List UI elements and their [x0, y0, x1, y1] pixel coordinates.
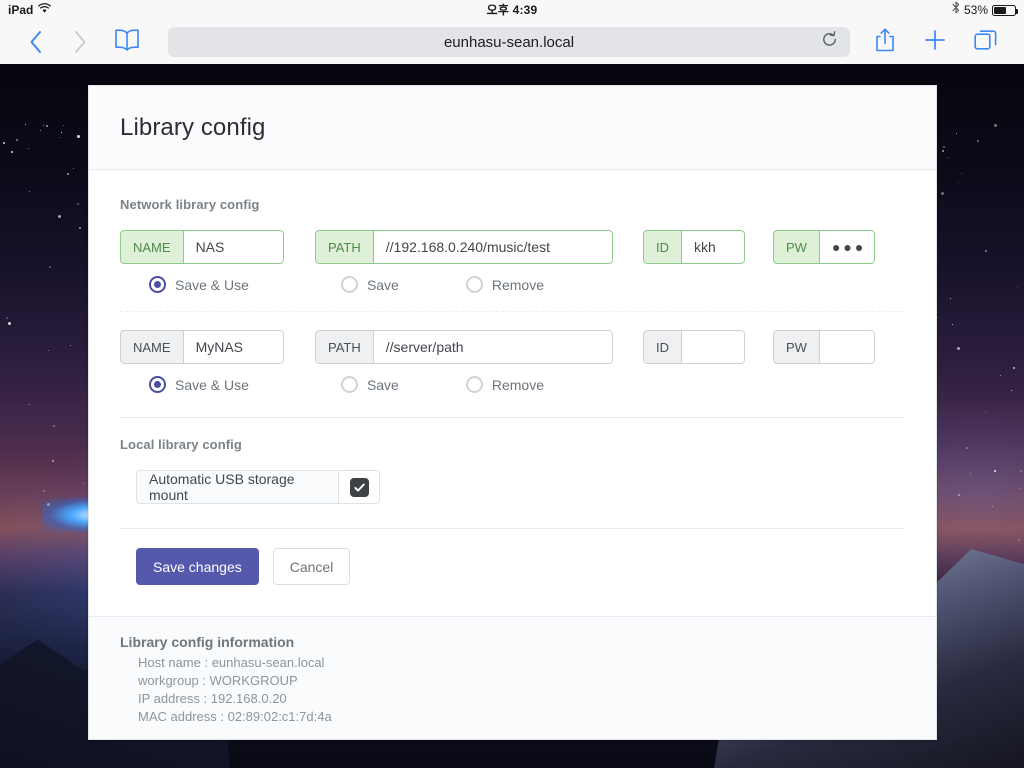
option-remove[interactable]: Remove — [466, 376, 544, 393]
address-bar[interactable]: eunhasu-sean.local — [168, 27, 850, 57]
reload-icon[interactable] — [821, 31, 838, 53]
card-header: Library config — [89, 86, 936, 170]
path-input-group[interactable]: PATH //192.168.0.240/music/test — [315, 230, 613, 264]
id-addon-label: ID — [643, 230, 681, 264]
ios-status-bar: iPad 오후 4:39 53% — [0, 0, 1024, 20]
card-body: Network library config NAME NAS PATH //1… — [89, 170, 936, 585]
network-library-row: NAME MyNAS PATH //server/path ID PW — [120, 330, 905, 393]
name-input[interactable]: NAS — [183, 230, 284, 264]
show-tabs-button[interactable] — [960, 22, 1010, 62]
name-input-group[interactable]: NAME MyNAS — [120, 330, 284, 364]
bookmarks-button[interactable] — [102, 22, 152, 62]
usb-mount-label: Automatic USB storage mount — [136, 470, 338, 504]
local-section-label: Local library config — [120, 437, 905, 452]
checkmark-icon — [350, 478, 369, 497]
status-bar-right: 53% — [952, 0, 1024, 20]
option-save[interactable]: Save — [341, 276, 399, 293]
form-actions: Save changes Cancel — [136, 548, 905, 585]
path-addon-label: PATH — [315, 230, 373, 264]
id-input[interactable]: kkh — [681, 230, 745, 264]
name-addon-label: NAME — [120, 330, 183, 364]
share-button[interactable] — [860, 22, 910, 62]
path-input[interactable]: //192.168.0.240/music/test — [373, 230, 613, 264]
page-title: Library config — [120, 114, 265, 142]
library-config-card: Library config Network library config NA… — [88, 85, 937, 740]
radio-save-icon[interactable] — [341, 276, 358, 293]
name-input[interactable]: MyNAS — [183, 330, 284, 364]
battery-icon — [992, 5, 1016, 16]
radio-save-and-use-icon[interactable] — [149, 376, 166, 393]
usb-mount-checkbox[interactable] — [338, 470, 380, 504]
share-icon — [874, 27, 896, 58]
path-input-group[interactable]: PATH //server/path — [315, 330, 613, 364]
row-divider — [120, 311, 905, 312]
tabs-icon — [973, 27, 998, 57]
cancel-button[interactable]: Cancel — [273, 548, 351, 585]
safari-toolbar: eunhasu-sean.local — [0, 20, 1024, 64]
plus-icon — [923, 28, 947, 57]
chevron-right-icon — [73, 30, 87, 54]
path-addon-label: PATH — [315, 330, 373, 364]
radio-save-icon[interactable] — [341, 376, 358, 393]
name-input-group[interactable]: NAME NAS — [120, 230, 284, 264]
id-input[interactable] — [681, 330, 745, 364]
option-remove[interactable]: Remove — [466, 276, 544, 293]
radio-save-and-use-icon[interactable] — [149, 276, 166, 293]
id-input-group[interactable]: ID — [643, 330, 745, 364]
radio-remove-icon[interactable] — [466, 276, 483, 293]
save-changes-button[interactable]: Save changes — [136, 548, 259, 585]
network-row-fields: NAME NAS PATH //192.168.0.240/music/test… — [120, 230, 905, 264]
forward-button[interactable] — [58, 22, 102, 62]
network-row-fields: NAME MyNAS PATH //server/path ID PW — [120, 330, 905, 364]
option-save-and-use[interactable]: Save & Use — [149, 276, 249, 293]
usb-mount-group[interactable]: Automatic USB storage mount — [136, 470, 380, 504]
footer-ip-address: IP address : 192.168.0.20 — [120, 690, 905, 708]
section-divider — [120, 417, 905, 418]
network-row-options: Save & Use Save Remove — [120, 276, 905, 293]
bluetooth-icon — [952, 0, 960, 20]
id-input-group[interactable]: ID kkh — [643, 230, 745, 264]
id-addon-label: ID — [643, 330, 681, 364]
footer-workgroup: workgroup : WORKGROUP — [120, 672, 905, 690]
back-button[interactable] — [14, 22, 58, 62]
option-label: Save — [367, 377, 399, 393]
option-label: Save — [367, 277, 399, 293]
footer-mac-address: MAC address : 02:89:02:c1:7d:4a — [120, 708, 905, 726]
option-save[interactable]: Save — [341, 376, 399, 393]
option-label: Remove — [492, 377, 544, 393]
pw-addon-label: PW — [773, 230, 819, 264]
battery-percent: 53% — [964, 0, 988, 20]
book-icon — [114, 28, 140, 57]
network-library-row: NAME NAS PATH //192.168.0.240/music/test… — [120, 230, 905, 293]
network-section-label: Network library config — [120, 197, 905, 212]
actions-divider — [120, 528, 905, 529]
option-label: Remove — [492, 277, 544, 293]
chevron-left-icon — [29, 30, 43, 54]
option-save-and-use[interactable]: Save & Use — [149, 376, 249, 393]
new-tab-button[interactable] — [910, 22, 960, 62]
pw-input-group[interactable]: PW — [773, 330, 875, 364]
footer-host-name: Host name : eunhasu-sean.local — [120, 654, 905, 672]
option-label: Save & Use — [175, 377, 249, 393]
path-input[interactable]: //server/path — [373, 330, 613, 364]
name-addon-label: NAME — [120, 230, 183, 264]
pw-input-group[interactable]: PW ●●● — [773, 230, 875, 264]
status-bar-clock: 오후 4:39 — [0, 0, 1024, 20]
pw-input[interactable] — [819, 330, 875, 364]
pw-input[interactable]: ●●● — [819, 230, 875, 264]
network-row-options: Save & Use Save Remove — [120, 376, 905, 393]
pw-addon-label: PW — [773, 330, 819, 364]
card-footer: Library config information Host name : e… — [89, 616, 936, 740]
radio-remove-icon[interactable] — [466, 376, 483, 393]
option-label: Save & Use — [175, 277, 249, 293]
address-bar-text: eunhasu-sean.local — [444, 34, 574, 51]
local-library-section: Local library config Automatic USB stora… — [120, 437, 905, 504]
footer-title: Library config information — [120, 634, 905, 650]
